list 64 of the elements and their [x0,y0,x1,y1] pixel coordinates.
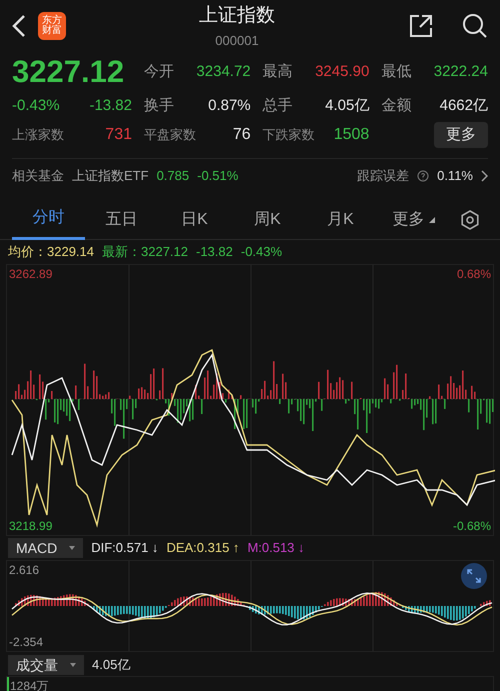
more-button[interactable]: 更多 [434,122,488,148]
fund-change: -0.51% [197,166,238,185]
stat-label: 今开 [144,62,174,82]
breadth-label: 平盘家数 [144,126,196,144]
caret-icon [428,216,434,222]
axis-max-percent: 0.68% [456,266,491,283]
chart-tab[interactable]: 月K [304,200,377,240]
chevron-right-icon[interactable] [481,170,488,182]
fund-label: 相关基金 [12,166,64,185]
breadth-value: 76 [232,125,251,145]
more-menu-tab[interactable]: 更多 [377,200,450,240]
caret-icon [69,546,76,550]
chart-tab[interactable]: 日K [158,200,231,240]
last-price: 3227.12 [12,53,126,91]
chart-tab[interactable]: 五日 [85,200,158,240]
change-amount: -13.82 [89,96,132,116]
stock-code: 000001 [215,32,259,50]
indicator-dropdown[interactable]: 成交量 [8,655,84,675]
chart-tab[interactable]: 分时 [12,200,85,240]
stat-value: 4662亿 [440,96,488,116]
expand-icon [467,569,481,583]
indicator-dropdown[interactable]: MACD [8,538,84,558]
latest-change: -13.82 [196,243,233,262]
chart-tab[interactable]: 周K [231,200,304,240]
breadth-label: 下跌家数 [262,126,315,144]
axis-max-value: 2.616 [9,562,40,579]
expand-button[interactable] [461,563,487,589]
stat-value: 0.87% [208,96,251,116]
caret-icon [70,663,76,667]
stat-value: 3245.90 [315,62,370,82]
share-icon[interactable] [408,13,434,39]
latest-price: 最新：3227.12 [102,243,188,262]
axis-min-price: 3218.99 [9,518,52,535]
volume-value: 4.05亿 [92,656,130,674]
stat-label: 换手 [144,96,174,116]
average-price: 均价：3229.14 [8,243,94,262]
page-title: 上证指数 [199,4,275,28]
axis-min-value: -2.354 [9,634,44,651]
fund-price: 0.785 [156,166,190,185]
axis-min-percent: -0.68% [452,518,491,535]
stat-label: 最高 [262,62,293,82]
breadth-value: 731 [105,125,132,145]
breadth-value: 1508 [334,125,370,145]
search-icon[interactable] [462,13,488,39]
settings-icon[interactable] [460,210,480,230]
latest-change-percent: -0.43% [240,243,282,262]
help-icon[interactable] [417,170,430,182]
tracking-label: 跟踪误差 [357,166,410,185]
app-logo: 东方 财富 [38,12,66,40]
back-icon[interactable] [12,14,26,38]
stat-label: 最低 [381,62,412,82]
stat-value: 3234.72 [196,62,251,82]
stat-label: 总手 [262,96,293,116]
stat-value: 4.05亿 [325,96,370,116]
tracking-value: 0.11% [437,166,473,185]
indicator-value: M:0.513 ↓ [247,539,305,558]
breadth-label: 上涨家数 [12,126,64,144]
fund-name[interactable]: 上证指数ETF [72,166,149,186]
stat-value: 3222.24 [434,62,488,82]
indicator-value: DEA:0.315 ↑ [166,539,240,558]
stat-label: 金额 [381,96,412,116]
indicator-value: DIF:0.571 ↓ [91,539,158,558]
change-percent: -0.43% [12,96,60,116]
axis-max-price: 3262.89 [9,266,52,283]
